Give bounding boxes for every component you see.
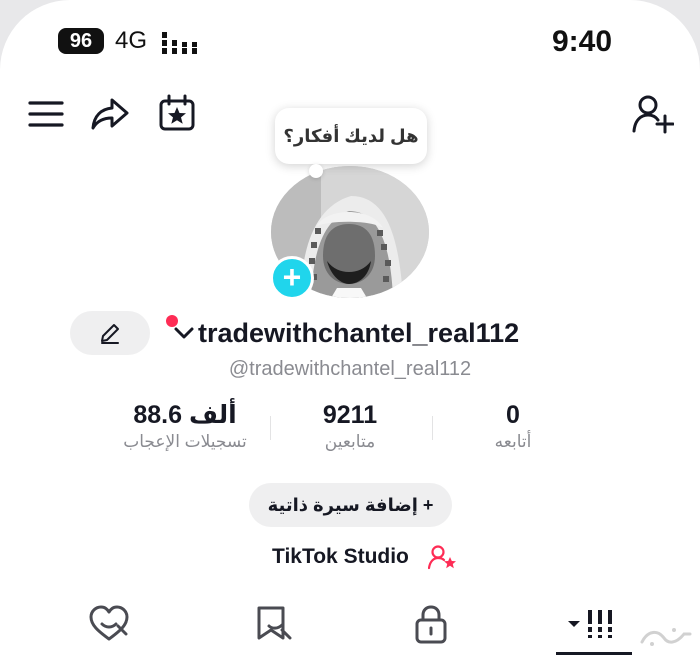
followers-label: متابعين (324, 432, 376, 451)
profile-handle: @tradewithchantel_real112 (228, 358, 472, 380)
network-type: 4G (115, 27, 148, 54)
stat-divider (432, 416, 433, 440)
pencil-icon (101, 324, 119, 344)
add-avatar-button[interactable]: + (270, 256, 314, 300)
thought-bubble[interactable]: هل لديك أفكار؟ (275, 108, 427, 164)
stat-following[interactable]: 0 أتابعه (438, 400, 588, 454)
videos-grid-icon[interactable] (566, 604, 618, 644)
add-bio-button[interactable]: + إضافة سيرة ذاتية (249, 483, 452, 527)
liked-icon[interactable] (88, 604, 130, 644)
profile-username[interactable]: tradewithchantel_real112 (198, 316, 519, 350)
private-lock-icon[interactable] (410, 604, 452, 644)
likes-count: 88.6 ألف (133, 401, 237, 429)
status-time: 9:40 (551, 25, 612, 58)
tiktok-studio-label: TikTok Studio (272, 545, 409, 568)
favorites-icon[interactable] (252, 604, 294, 644)
stat-likes[interactable]: 88.6 ألف تسجيلات الإعجاب (110, 400, 260, 454)
battery-indicator: 96 (58, 28, 104, 54)
status-bar: 96 4G 9:40 (0, 0, 700, 80)
chevron-down-icon[interactable] (173, 325, 195, 341)
menu-icon[interactable] (28, 96, 64, 132)
edit-profile-button[interactable] (70, 311, 150, 355)
stat-followers[interactable]: 9211 متابعين (275, 400, 425, 454)
stat-divider (270, 416, 271, 440)
profile-screen: 96 4G 9:40 هل لديك أفكار؟ + tradewithcha… (0, 0, 700, 655)
plus-icon: + (422, 495, 434, 515)
signal-icon (162, 32, 197, 54)
thought-bubble-tail (309, 164, 323, 178)
share-icon[interactable] (90, 94, 130, 134)
followers-count: 9211 (322, 401, 378, 429)
calendar-star-icon[interactable] (158, 94, 196, 132)
add-friend-icon[interactable] (632, 94, 674, 134)
add-bio-label: إضافة سيرة ذاتية (267, 495, 418, 515)
watermark-logo (640, 628, 692, 646)
following-label: أتابعه (494, 432, 532, 451)
following-count: 0 (506, 401, 520, 429)
creator-star-icon (428, 545, 456, 570)
likes-label: تسجيلات الإعجاب (123, 432, 247, 451)
